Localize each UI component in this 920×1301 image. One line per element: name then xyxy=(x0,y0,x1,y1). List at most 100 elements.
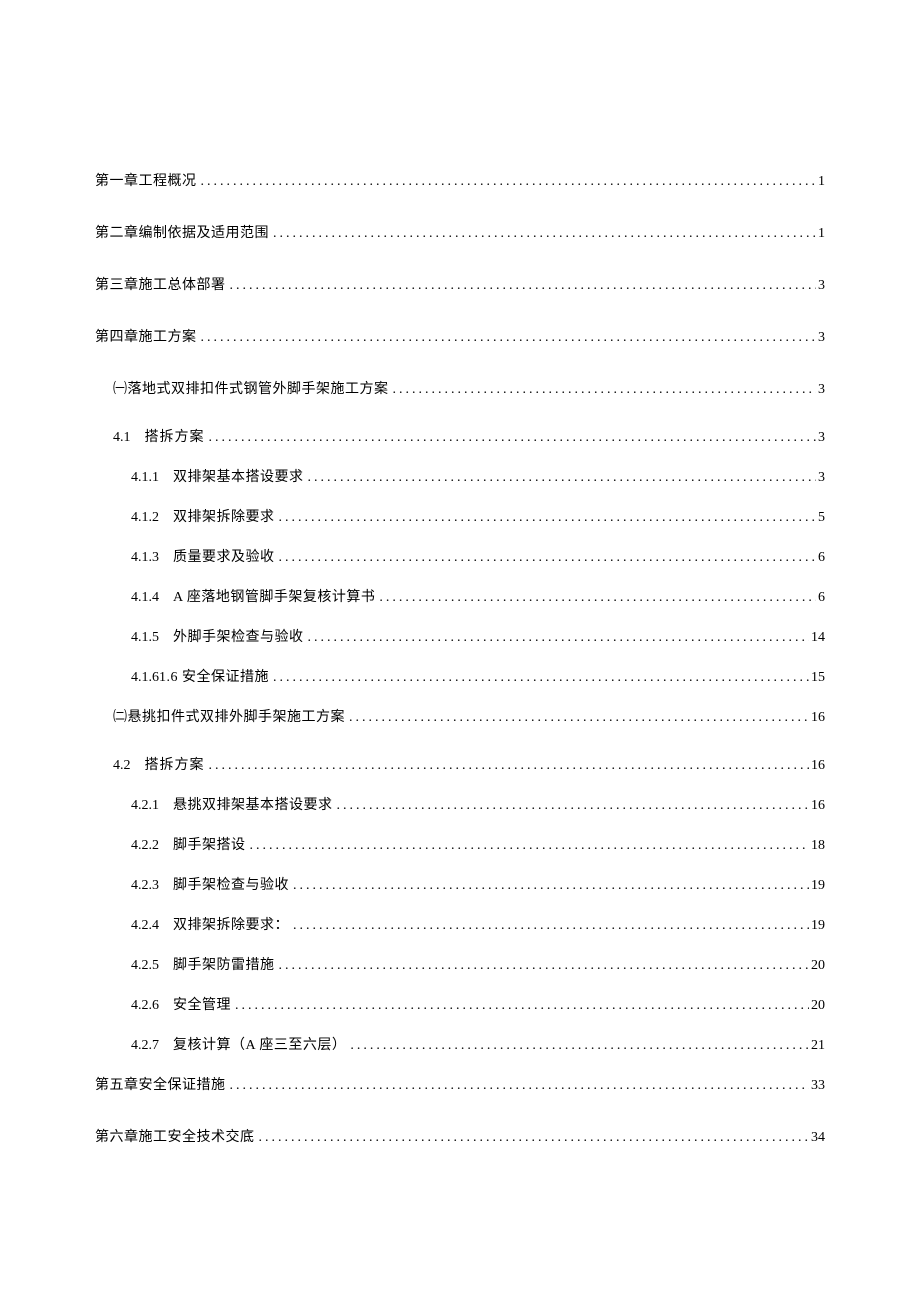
toc-number: 4.2.4 xyxy=(131,918,159,934)
toc-page-number: 6 xyxy=(816,550,825,566)
toc-title: 1.6 安全保证措施 xyxy=(159,666,269,686)
toc-page-number: 21 xyxy=(809,1038,825,1054)
toc-page-number: 3 xyxy=(816,382,825,398)
toc-entry[interactable]: 第六章施工安全技术交底 34 xyxy=(95,1126,825,1146)
toc-entry[interactable]: 4.2.4双排架拆除要求：19 xyxy=(95,914,825,934)
toc-leader-dots xyxy=(226,278,817,294)
toc-entry[interactable]: 第五章安全保证措施 33 xyxy=(95,1074,825,1094)
toc-title: 双排架基本搭设要求 xyxy=(173,466,304,486)
toc-number: 4.1.4 xyxy=(131,590,159,606)
toc-title: 第五章安全保证措施 xyxy=(95,1074,226,1094)
toc-title: 脚手架检查与验收 xyxy=(173,874,289,894)
toc-leader-dots xyxy=(255,1130,810,1146)
toc-entry[interactable]: 4.2.7 复核计算（A 座三至六层） 21 xyxy=(95,1034,825,1054)
toc-page-number: 1 xyxy=(816,226,825,242)
toc-leader-dots xyxy=(345,710,809,726)
toc-entry[interactable]: 4.2.6 安全管理 20 xyxy=(95,994,825,1014)
toc-page-number: 16 xyxy=(809,758,825,774)
toc-title: 第二章编制依据及适用范围 xyxy=(95,222,269,242)
toc-number: 4.2.1 xyxy=(131,798,159,814)
toc-entry[interactable]: 4.1.2 双排架拆除要求 5 xyxy=(95,506,825,526)
toc-entry[interactable]: 4.2.5 脚手架防雷措施 20 xyxy=(95,954,825,974)
toc-title: ㈠落地式双排扣件式钢管外脚手架施工方案 xyxy=(113,378,389,398)
toc-leader-dots xyxy=(304,470,817,486)
toc-leader-dots xyxy=(205,758,810,774)
toc-page-number: 1 xyxy=(816,174,825,190)
toc-page-number: 3 xyxy=(816,330,825,346)
toc-title: 外脚手架检查与验收 xyxy=(173,626,304,646)
toc-title: 第六章施工安全技术交底 xyxy=(95,1126,255,1146)
toc-number: 4.1.2 xyxy=(131,510,159,526)
toc-leader-dots xyxy=(375,590,816,606)
toc-leader-dots xyxy=(269,226,816,242)
toc-title: 第四章施工方案 xyxy=(95,326,197,346)
toc-page-number: 34 xyxy=(809,1130,825,1146)
toc-title: 脚手架搭设 xyxy=(173,834,246,854)
toc-entry[interactable]: 第三章施工总体部署3 xyxy=(95,274,825,294)
toc-leader-dots xyxy=(289,918,809,934)
toc-title: 质量要求及验收 xyxy=(173,546,275,566)
toc-title: 搭拆方案 xyxy=(145,426,205,446)
toc-leader-dots xyxy=(275,550,817,566)
toc-page-number: 3 xyxy=(816,430,825,446)
toc-page-number: 19 xyxy=(809,878,825,894)
toc-number: 4.2.7 xyxy=(131,1038,159,1054)
toc-leader-dots xyxy=(197,330,817,346)
toc-number: 4.1.1 xyxy=(131,470,159,486)
toc-leader-dots xyxy=(275,958,810,974)
toc-title: 双排架拆除要求 xyxy=(173,506,275,526)
toc-page-number: 3 xyxy=(816,470,825,486)
toc-leader-dots xyxy=(231,998,809,1014)
toc-page-number: 20 xyxy=(809,958,825,974)
toc-entry[interactable]: 4.2.3 脚手架检查与验收 19 xyxy=(95,874,825,894)
toc-number: 4.1 xyxy=(113,430,131,446)
toc-page-number: 33 xyxy=(809,1078,825,1094)
toc-entry[interactable]: 第一章工程概况 1 xyxy=(95,170,825,190)
toc-entry[interactable]: 4.2.1 悬挑双排架基本搭设要求 16 xyxy=(95,794,825,814)
toc-entry[interactable]: ㈡悬挑扣件式双排外脚手架施工方案16 xyxy=(95,706,825,726)
toc-entry[interactable]: 4.2.2 脚手架搭设 18 xyxy=(95,834,825,854)
toc-page-number: 18 xyxy=(809,838,825,854)
toc-entry[interactable]: 第二章编制依据及适用范围 1 xyxy=(95,222,825,242)
toc-leader-dots xyxy=(226,1078,810,1094)
toc-leader-dots xyxy=(197,174,817,190)
toc-entry[interactable]: 4.1 搭拆方案 3 xyxy=(95,426,825,446)
table-of-contents: 第一章工程概况1第二章编制依据及适用范围1第三章施工总体部署3第四章施工方案3㈠… xyxy=(95,170,825,1146)
toc-page-number: 6 xyxy=(816,590,825,606)
toc-entry[interactable]: 4.1.1 双排架基本搭设要求 3 xyxy=(95,466,825,486)
toc-leader-dots xyxy=(269,670,809,686)
toc-entry[interactable]: 4.1.4A 座落地钢管脚手架复核计算书6 xyxy=(95,586,825,606)
toc-leader-dots xyxy=(389,382,817,398)
toc-entry[interactable]: 4.1.5 外脚手架检查与验收 14 xyxy=(95,626,825,646)
toc-page-number: 14 xyxy=(809,630,825,646)
toc-title: 脚手架防雷措施 xyxy=(173,954,275,974)
toc-entry[interactable]: 4.1.61.6 安全保证措施15 xyxy=(95,666,825,686)
toc-number: 4.2 xyxy=(113,758,131,774)
toc-page-number: 20 xyxy=(809,998,825,1014)
toc-leader-dots xyxy=(346,1038,809,1054)
toc-leader-dots xyxy=(275,510,817,526)
toc-title: 复核计算（A 座三至六层） xyxy=(173,1034,346,1054)
toc-number: 4.1.6 xyxy=(131,670,159,686)
toc-number: 4.2.6 xyxy=(131,998,159,1014)
toc-entry[interactable]: 4.1.3 质量要求及验收 6 xyxy=(95,546,825,566)
toc-number: 4.1.3 xyxy=(131,550,159,566)
toc-leader-dots xyxy=(205,430,817,446)
toc-title: 双排架拆除要求： xyxy=(173,914,289,934)
toc-number: 4.1.5 xyxy=(131,630,159,646)
toc-entry[interactable]: ㈠落地式双排扣件式钢管外脚手架施工方案 3 xyxy=(95,378,825,398)
toc-title: 安全管理 xyxy=(173,994,231,1014)
toc-leader-dots xyxy=(333,798,810,814)
toc-page-number: 16 xyxy=(809,710,825,726)
toc-leader-dots xyxy=(304,630,810,646)
toc-number: 4.2.5 xyxy=(131,958,159,974)
toc-number: 4.2.2 xyxy=(131,838,159,854)
toc-page-number: 5 xyxy=(816,510,825,526)
toc-leader-dots xyxy=(246,838,810,854)
toc-title: 第一章工程概况 xyxy=(95,170,197,190)
toc-page-number: 16 xyxy=(809,798,825,814)
toc-number: 4.2.3 xyxy=(131,878,159,894)
toc-title: 悬挑双排架基本搭设要求 xyxy=(173,794,333,814)
toc-entry[interactable]: 4.2搭拆方案16 xyxy=(95,754,825,774)
toc-entry[interactable]: 第四章施工方案 3 xyxy=(95,326,825,346)
